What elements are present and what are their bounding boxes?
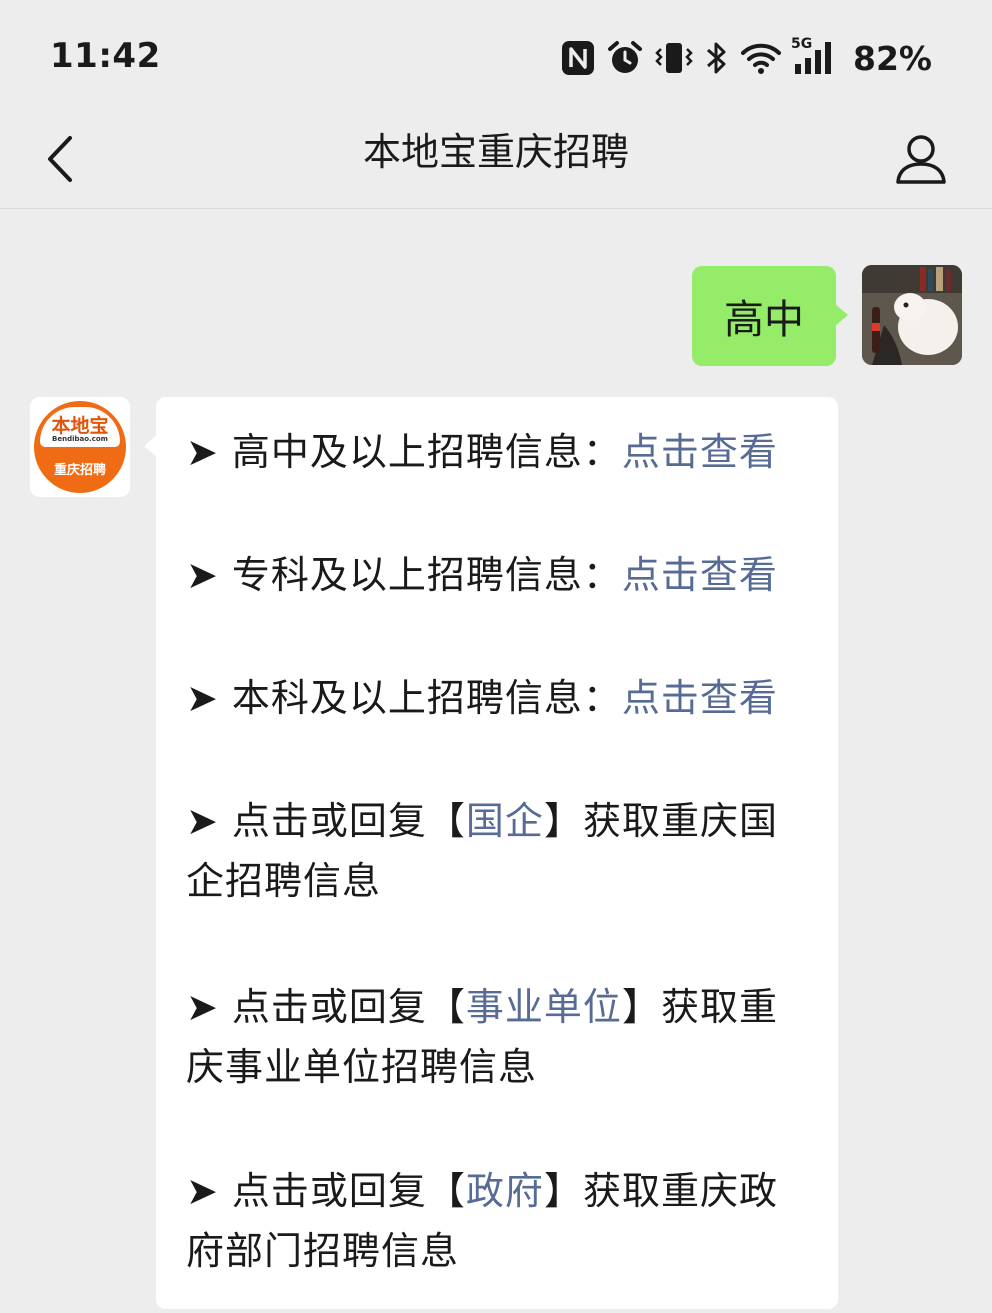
keyword-link-government[interactable]: 政府 <box>466 1169 544 1213</box>
chat-title: 本地宝重庆招聘 <box>362 130 629 174</box>
incoming-message[interactable]: ➤ 高中及以上招聘信息：点击查看 ➤ 专科及以上招聘信息：点击查看 ➤ 本科及以… <box>144 397 838 1309</box>
logo-subtitle: 重庆招聘 <box>53 463 106 478</box>
alarm-icon <box>607 40 643 76</box>
info-line-high-school: ➤ 高中及以上招聘信息：点击查看 <box>186 430 778 474</box>
info-line-state-enterprise: ➤ 点击或回复【国企】获取重庆国企招聘信息 <box>186 799 778 903</box>
network-label: 5G <box>791 36 813 52</box>
my-avatar[interactable] <box>862 265 962 365</box>
person-icon <box>896 135 946 184</box>
info-line-government: ➤ 点击或回复【政府】获取重庆政府部门招聘信息 <box>186 1169 778 1273</box>
status-bar: 11:42 5G 82% <box>0 0 992 110</box>
bluetooth-icon <box>705 40 729 76</box>
keyword-link-state-enterprise[interactable]: 国企 <box>466 799 544 843</box>
info-line-public-institution: ➤ 点击或回复【事业单位】获取重庆事业单位招聘信息 <box>186 985 778 1089</box>
logo-name: 本地宝 <box>51 415 109 437</box>
outgoing-message-text: 高中 <box>724 297 804 343</box>
battery-level: 82% <box>853 38 932 78</box>
info-line-junior-college: ➤ 专科及以上招聘信息：点击查看 <box>186 553 778 597</box>
view-link-high-school[interactable]: 点击查看 <box>622 430 778 474</box>
vibrate-icon <box>655 40 693 76</box>
outgoing-message[interactable]: 高中 <box>692 266 848 366</box>
info-line-bachelor: ➤ 本科及以上招聘信息：点击查看 <box>186 676 778 720</box>
keyword-link-public-institution[interactable]: 事业单位 <box>466 985 622 1029</box>
signal-icon: 5G <box>791 36 837 76</box>
status-time: 11:42 <box>50 36 161 76</box>
wifi-icon <box>741 41 781 75</box>
chat-area[interactable]: 高中 本地宝 Bendibao.com 重庆招聘 ➤ 高中及以上招聘信息：点击查… <box>0 209 992 1313</box>
chat-header: 本地宝重庆招聘 <box>0 110 992 209</box>
view-link-junior-college[interactable]: 点击查看 <box>622 553 778 597</box>
logo-domain: Bendibao.com <box>52 435 108 443</box>
bot-avatar[interactable]: 本地宝 Bendibao.com 重庆招聘 <box>30 397 130 497</box>
nfc-icon <box>561 40 595 76</box>
profile-button[interactable] <box>886 124 956 194</box>
view-link-bachelor[interactable]: 点击查看 <box>622 676 778 720</box>
status-icons: 5G 82% <box>561 36 932 80</box>
